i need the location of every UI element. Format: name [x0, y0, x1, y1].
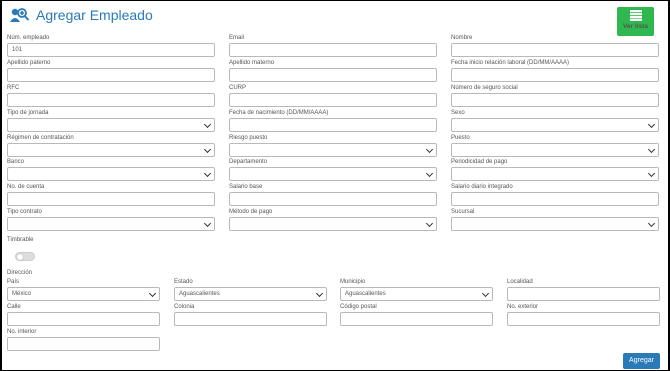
fecha-inicio-label: Fecha inicio relación laboral (DD/MM/AAA…: [451, 60, 570, 66]
puesto-select[interactable]: [451, 143, 659, 157]
list-icon: [629, 10, 642, 21]
num-empleado-input[interactable]: 101: [7, 43, 215, 57]
email-input[interactable]: [229, 43, 437, 57]
email-label: Email: [229, 35, 245, 41]
riesgo-puesto-select[interactable]: [229, 143, 437, 157]
salario-base-input[interactable]: [229, 192, 437, 206]
tipo-jornada-select[interactable]: [7, 118, 215, 132]
periodicidad-label: Periodicidad de pago: [451, 159, 508, 165]
banco-label: Banco: [7, 159, 25, 165]
sexo-select[interactable]: [451, 118, 659, 132]
nss-input[interactable]: [451, 93, 659, 107]
sexo-label: Sexo: [451, 110, 465, 116]
add-button[interactable]: Agregar: [623, 353, 660, 369]
sucursal-select[interactable]: [451, 217, 659, 231]
no-exterior-input[interactable]: [507, 312, 660, 326]
municipio-label: Municipio: [340, 279, 366, 285]
nombre-label: Nombre: [451, 35, 473, 41]
curp-input[interactable]: [229, 93, 437, 107]
localidad-input[interactable]: [507, 287, 660, 301]
puesto-label: Puesto: [451, 135, 470, 141]
cuenta-label: No. de cuenta: [7, 184, 45, 190]
pais-select[interactable]: México: [7, 287, 160, 301]
rfc-input[interactable]: [7, 93, 215, 107]
timbrable-label: Timbrable: [7, 237, 34, 243]
apellido-materno-label: Apellido materno: [229, 60, 275, 66]
no-exterior-label: No. exterior: [507, 304, 539, 310]
rfc-label: RFC: [7, 85, 20, 91]
curp-label: CURP: [229, 85, 247, 91]
form-window: Agregar Empleado Ver lista Núm. empleado…: [2, 1, 668, 370]
timbrable-toggle[interactable]: [15, 252, 35, 261]
apellido-paterno-label: Apellido paterno: [7, 60, 51, 66]
salario-diario-input[interactable]: [451, 192, 659, 206]
codigo-postal-label: Código postal: [340, 304, 377, 310]
colonia-input[interactable]: [174, 312, 327, 326]
fecha-nacimiento-input[interactable]: [229, 118, 437, 132]
address-section-title: Dirección: [7, 270, 33, 276]
calle-input[interactable]: [7, 312, 160, 326]
municipio-select[interactable]: Aguascalientes: [340, 287, 493, 301]
fecha-inicio-input[interactable]: [451, 68, 659, 82]
salario-diario-label: Salario diario integrado: [451, 184, 513, 190]
no-interior-label: No. interior: [7, 329, 37, 335]
metodo-pago-label: Método de pago: [229, 209, 273, 215]
banco-select[interactable]: [7, 167, 215, 181]
codigo-postal-input[interactable]: [340, 312, 493, 326]
departamento-label: Departamento: [229, 159, 268, 165]
apellido-materno-input[interactable]: [229, 68, 437, 82]
fecha-nacimiento-label: Fecha de nacimiento (DD/MM/AAAA): [229, 110, 329, 116]
tipo-jornada-label: Tipo de jornada: [7, 110, 49, 116]
departamento-select[interactable]: [229, 167, 437, 181]
nombre-input[interactable]: [451, 43, 659, 57]
header: Agregar Empleado: [10, 7, 153, 23]
estado-label: Estado: [174, 279, 193, 285]
num-empleado-label: Núm. empleado: [7, 35, 50, 41]
colonia-label: Colonia: [174, 304, 195, 310]
nss-label: Número de seguro social: [451, 85, 518, 91]
riesgo-puesto-label: Riesgo puesto: [229, 135, 268, 141]
tipo-contrato-select[interactable]: [7, 217, 215, 231]
cuenta-input[interactable]: [7, 192, 215, 206]
regimen-label: Régimen de contratación: [7, 135, 74, 141]
view-list-label: Ver lista: [623, 23, 648, 30]
regimen-select[interactable]: [7, 143, 215, 157]
page-title: Agregar Empleado: [36, 7, 153, 23]
view-list-button[interactable]: Ver lista: [617, 7, 654, 36]
localidad-label: Localidad: [507, 279, 533, 285]
sucursal-label: Sucursal: [451, 209, 475, 215]
apellido-paterno-input[interactable]: [7, 68, 215, 82]
salario-base-label: Salario base: [229, 184, 263, 190]
add-user-icon: [10, 8, 30, 22]
pais-label: País: [7, 279, 20, 285]
metodo-pago-select[interactable]: [229, 217, 437, 231]
periodicidad-select[interactable]: [451, 167, 659, 181]
estado-select[interactable]: Aguascalientes: [174, 287, 327, 301]
calle-label: Calle: [7, 304, 21, 310]
tipo-contrato-label: Tipo contrato: [7, 209, 42, 215]
no-interior-input[interactable]: [7, 337, 160, 351]
